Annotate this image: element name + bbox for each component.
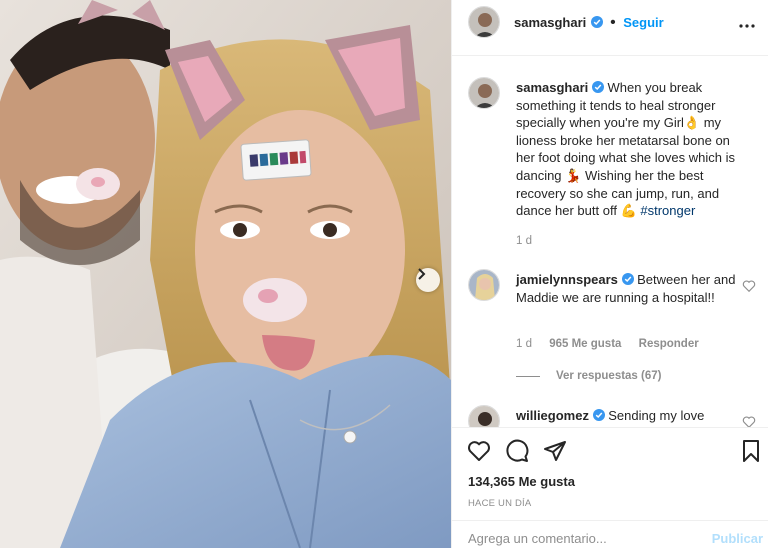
verified-badge-icon: [621, 273, 634, 285]
carousel-next-button[interactable]: [416, 268, 440, 292]
author-username[interactable]: samasghari: [514, 15, 586, 30]
view-replies-button[interactable]: Ver respuestas (67): [516, 370, 661, 382]
comment-username[interactable]: williegomez: [516, 408, 589, 423]
reply-button[interactable]: Responder: [639, 338, 699, 350]
chevron-right-icon: [418, 268, 426, 280]
comment-button[interactable]: [504, 438, 530, 464]
caption-text: samasghari When you break something it t…: [516, 79, 748, 220]
like-comment-heart-icon[interactable]: [742, 279, 756, 293]
caption-time[interactable]: 1 d: [516, 235, 532, 247]
author-avatar[interactable]: [468, 6, 500, 38]
caption-username[interactable]: samasghari: [516, 80, 588, 95]
commenter-avatar[interactable]: [468, 269, 500, 301]
comment-input[interactable]: [468, 531, 688, 546]
header-separator: •: [610, 14, 616, 31]
publish-button[interactable]: Publicar: [712, 531, 763, 546]
post-actions: 134,365 Me gusta HACE UN DÍA Publicar: [452, 427, 768, 548]
caption-meta: 1 d: [516, 235, 546, 247]
verified-badge-icon: [591, 81, 604, 93]
heart-icon: [468, 441, 490, 461]
caption-avatar[interactable]: [468, 77, 500, 109]
like-button[interactable]: [466, 438, 492, 464]
comment-meta: 1 d 965 Me gusta Responder: [516, 338, 713, 350]
comment-text: williegomez Sending my love: [516, 407, 748, 425]
view-replies-label: Ver respuestas (67): [556, 370, 662, 382]
send-icon: [544, 441, 566, 461]
comment-username[interactable]: jamielynnspears: [516, 272, 618, 287]
bookmark-icon: [743, 440, 759, 462]
like-comment-heart-icon[interactable]: [742, 415, 756, 427]
commenter-avatar[interactable]: [468, 405, 500, 427]
comment-time[interactable]: 1 d: [516, 338, 532, 350]
likes-count[interactable]: 134,365 Me gusta: [468, 474, 575, 489]
replies-divider: [516, 375, 540, 377]
caption-hashtag[interactable]: #stronger: [640, 203, 695, 218]
comment-body: Sending my love: [608, 408, 705, 423]
add-comment-form: Publicar: [452, 520, 768, 548]
comment-icon: [506, 439, 529, 462]
post-date[interactable]: HACE UN DÍA: [468, 498, 531, 509]
save-button[interactable]: [738, 438, 764, 464]
post-side-panel: samasghari • Seguir samasghari When you …: [451, 0, 768, 548]
share-button[interactable]: [542, 438, 568, 464]
comment-item: jamielynnspears Between her and Maddie w…: [468, 269, 758, 389]
more-horizontal-icon: [739, 24, 755, 28]
caption-body: When you break something it tends to hea…: [516, 80, 735, 219]
more-options-button[interactable]: [735, 14, 759, 38]
verified-badge-icon: [592, 409, 605, 421]
comment-text: jamielynnspears Between her and Maddie w…: [516, 271, 748, 306]
selfie-image: [0, 0, 451, 548]
caption: samasghari When you break something it t…: [468, 77, 758, 247]
post-photo[interactable]: [0, 0, 451, 548]
comment-item: williegomez Sending my love: [468, 405, 758, 427]
follow-button[interactable]: Seguir: [623, 15, 663, 30]
comments-list[interactable]: samasghari When you break something it t…: [452, 57, 768, 427]
comment-likes[interactable]: 965 Me gusta: [549, 338, 621, 350]
post-header: samasghari • Seguir: [452, 0, 768, 56]
verified-badge-icon: [590, 16, 603, 28]
